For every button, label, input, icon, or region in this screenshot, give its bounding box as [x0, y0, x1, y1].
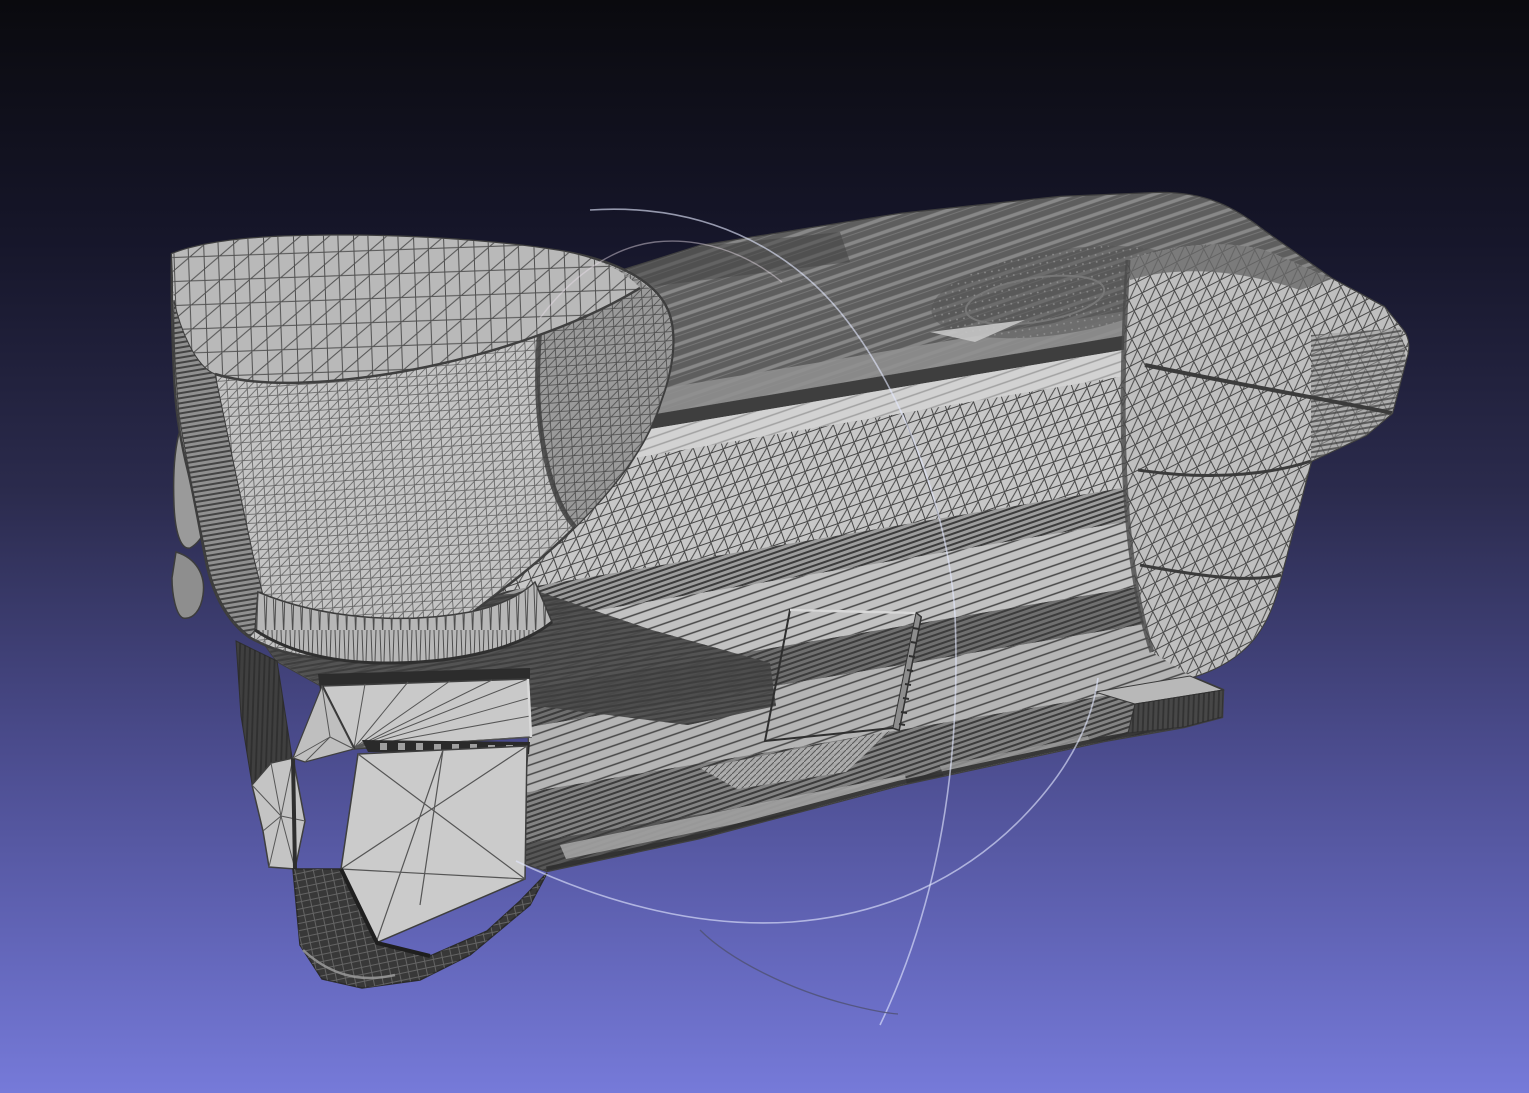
mesh-viewport[interactable] [0, 0, 1529, 1093]
mesh-canvas[interactable] [0, 0, 1529, 1093]
nose-right-crease [291, 757, 297, 870]
